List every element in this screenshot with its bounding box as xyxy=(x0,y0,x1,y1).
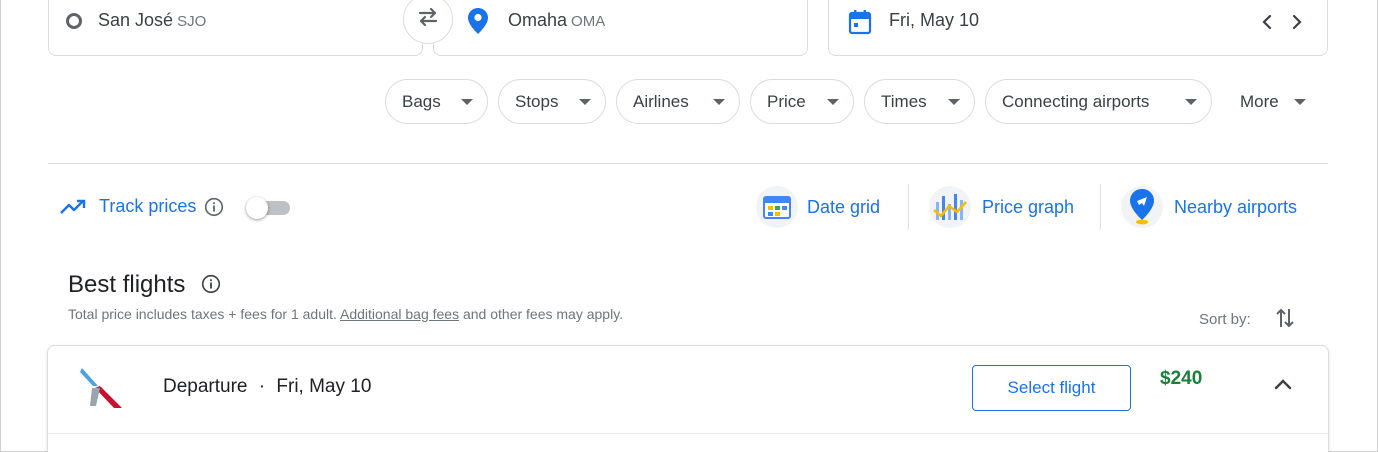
departure-info: Departure · Fri, May 10 xyxy=(163,376,371,398)
dot-separator: · xyxy=(258,376,266,397)
track-prices-toggle[interactable] xyxy=(246,197,292,219)
sort-icon[interactable] xyxy=(1275,306,1295,334)
chevron-left-icon xyxy=(1262,14,1272,30)
dropdown-arrow-icon xyxy=(461,98,473,105)
toggle-knob xyxy=(246,197,268,219)
dropdown-arrow-icon xyxy=(713,98,725,105)
origin-value: San José SJO xyxy=(98,10,206,31)
next-date-button[interactable] xyxy=(1287,12,1307,32)
nearby-airports-icon xyxy=(1121,186,1163,228)
departure-date: Fri, May 10 xyxy=(276,376,372,397)
destination-code: OMA xyxy=(571,13,606,30)
price-note-prefix: Total price includes taxes + fees for 1 … xyxy=(68,306,340,322)
nearby-airports-button[interactable]: Nearby airports xyxy=(1121,186,1297,228)
date-grid-label: Date grid xyxy=(807,196,881,217)
track-prices-label: Track prices xyxy=(99,196,197,216)
chevron-up-icon xyxy=(1274,379,1292,390)
price-note: Total price includes taxes + fees for 1 … xyxy=(68,306,623,322)
track-prices[interactable]: Track prices xyxy=(60,196,224,217)
sort-by[interactable]: Sort by: xyxy=(1199,306,1295,334)
flight-price: $240 xyxy=(1160,368,1203,389)
best-flights-heading: Best flights xyxy=(68,271,221,301)
filter-stops-chip[interactable]: Stops xyxy=(498,79,606,124)
filter-price-chip[interactable]: Price xyxy=(750,79,854,124)
filter-more-chip[interactable]: More xyxy=(1223,79,1321,124)
info-icon[interactable] xyxy=(201,273,221,301)
chevron-right-icon xyxy=(1292,14,1302,30)
sort-by-label: Sort by: xyxy=(1199,311,1251,328)
filter-label: Bags xyxy=(402,91,441,111)
filter-label: Stops xyxy=(515,91,559,111)
location-pin-icon xyxy=(468,8,488,39)
filter-label: Times xyxy=(881,91,927,111)
airline-logo xyxy=(78,364,124,417)
additional-bag-fees-link[interactable]: Additional bag fees xyxy=(340,306,459,322)
dropdown-arrow-icon xyxy=(948,98,960,105)
previous-date-button[interactable] xyxy=(1257,12,1277,32)
filter-label: Connecting airports xyxy=(1002,91,1150,111)
price-graph-label: Price graph xyxy=(982,196,1075,217)
filter-airlines-chip[interactable]: Airlines xyxy=(616,79,740,124)
dropdown-arrow-icon xyxy=(579,98,591,105)
date-grid-icon xyxy=(756,186,798,228)
destination-field[interactable]: Omaha OMA xyxy=(433,0,808,56)
filter-times-chip[interactable]: Times xyxy=(864,79,975,124)
tool-separator xyxy=(908,184,909,230)
destination-value: Omaha OMA xyxy=(508,10,605,31)
dropdown-arrow-icon xyxy=(1294,98,1306,105)
origin-city: San José xyxy=(98,10,174,30)
date-field[interactable]: Fri, May 10 xyxy=(828,0,1328,56)
origin-circle-icon xyxy=(66,13,82,29)
flight-card[interactable]: Departure · Fri, May 10 Select flight $2… xyxy=(47,345,1329,452)
calendar-icon xyxy=(848,9,872,40)
trending-up-icon xyxy=(60,199,86,215)
origin-code: SJO xyxy=(177,13,207,30)
swap-arrows-icon xyxy=(416,6,440,33)
departure-label: Departure xyxy=(163,376,248,397)
nearby-airports-label: Nearby airports xyxy=(1174,196,1298,217)
filter-label: More xyxy=(1240,91,1279,111)
section-divider xyxy=(48,163,1328,164)
price-graph-icon xyxy=(929,186,971,228)
filter-connecting-airports-chip[interactable]: Connecting airports xyxy=(985,79,1212,124)
filter-label: Airlines xyxy=(633,91,689,111)
select-flight-button[interactable]: Select flight xyxy=(972,365,1131,411)
origin-field[interactable]: San José SJO xyxy=(48,0,423,56)
dropdown-arrow-icon xyxy=(1185,98,1197,105)
filter-label: Price xyxy=(767,91,806,111)
destination-city: Omaha xyxy=(508,10,568,30)
filter-bags-chip[interactable]: Bags xyxy=(385,79,488,124)
dropdown-arrow-icon xyxy=(827,98,839,105)
price-note-suffix: and other fees may apply. xyxy=(459,306,624,322)
info-icon[interactable] xyxy=(204,197,224,217)
date-value: Fri, May 10 xyxy=(889,10,980,30)
tool-separator xyxy=(1100,184,1101,230)
date-grid-button[interactable]: Date grid xyxy=(756,186,880,228)
collapse-button[interactable] xyxy=(1272,376,1294,397)
best-flights-title: Best flights xyxy=(68,271,186,298)
card-divider xyxy=(48,433,1328,434)
price-graph-button[interactable]: Price graph xyxy=(929,186,1074,228)
